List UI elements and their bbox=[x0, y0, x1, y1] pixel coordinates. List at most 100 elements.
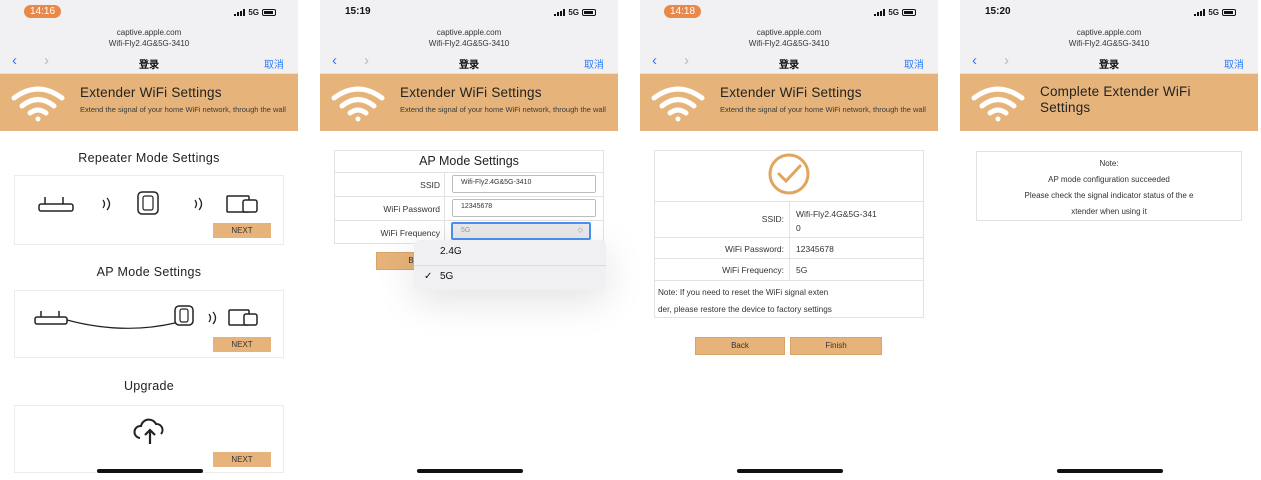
ap-diagram-icon bbox=[34, 305, 258, 329]
signal-bars-icon bbox=[874, 9, 886, 16]
banner-subtitle: Extend the signal of your home WiFi netw… bbox=[400, 105, 606, 114]
ssid-value: Wifi-Fly2.4G&5G-341 0 bbox=[796, 207, 877, 235]
banner-title: Extender WiFi Settings bbox=[720, 85, 862, 100]
cancel-button[interactable]: 取消 bbox=[1224, 56, 1244, 71]
frequency-select[interactable]: 5G ◇ bbox=[451, 222, 591, 240]
header-banner: Complete Extender WiFi Settings bbox=[960, 74, 1258, 131]
header-banner: Extender WiFi Settings Extend the signal… bbox=[0, 74, 298, 131]
ssid-value-line: Wifi-Fly2.4G&5G-341 bbox=[796, 209, 877, 219]
frequency-dropdown: 2.4G ✓ 5G bbox=[414, 240, 606, 290]
network-name: Wifi-Fly2.4G&5G-3410 bbox=[1068, 39, 1150, 48]
ssid-label: SSID bbox=[420, 180, 440, 190]
nav-bar: ‹ › 登录 取消 bbox=[0, 50, 298, 74]
status-time: 15:20 bbox=[985, 6, 1011, 17]
divider bbox=[334, 172, 604, 173]
banner-title-line: Complete Extender WiFi bbox=[1040, 84, 1191, 99]
ssid-label: SSID: bbox=[761, 214, 784, 224]
carrier-label: 5G bbox=[568, 8, 579, 17]
wifi-icon bbox=[651, 86, 705, 122]
cancel-button[interactable]: 取消 bbox=[264, 56, 284, 71]
battery-icon bbox=[262, 9, 276, 16]
wifi-icon bbox=[971, 86, 1025, 122]
dropdown-option-2-4g[interactable]: 2.4G bbox=[414, 240, 606, 264]
password-label: WiFi Password: bbox=[724, 244, 784, 254]
back-button[interactable]: Back bbox=[695, 337, 785, 355]
divider bbox=[789, 201, 790, 280]
status-time: 14:18 bbox=[664, 5, 702, 18]
finish-button[interactable]: Finish bbox=[790, 337, 882, 355]
url-host: captive.apple.com bbox=[756, 28, 822, 37]
cancel-button[interactable]: 取消 bbox=[904, 56, 924, 71]
ssid-input[interactable]: Wifi-Fly2.4G&5G-3410 bbox=[452, 175, 596, 193]
signal-indicator: 5G bbox=[234, 8, 276, 17]
section-title-ap: AP Mode Settings bbox=[96, 265, 202, 279]
home-indicator bbox=[417, 469, 523, 473]
carrier-label: 5G bbox=[888, 8, 899, 17]
network-name: Wifi-Fly2.4G&5G-3410 bbox=[428, 39, 510, 48]
home-indicator bbox=[1057, 469, 1163, 473]
frequency-label: WiFi Frequency bbox=[380, 228, 440, 238]
battery-icon bbox=[582, 9, 596, 16]
nav-title: 登录 bbox=[459, 60, 479, 71]
result-line: xtender when using it bbox=[1071, 207, 1147, 216]
signal-bars-icon bbox=[554, 9, 566, 16]
note-line: der, please restore the device to factor… bbox=[658, 305, 832, 314]
section-title-upgrade: Upgrade bbox=[123, 379, 175, 393]
nav-title: 登录 bbox=[139, 60, 159, 71]
reset-note: Note: If you need to reset the WiFi sign… bbox=[658, 284, 924, 318]
home-indicator bbox=[737, 469, 843, 473]
upgrade-card[interactable]: NEXT bbox=[14, 405, 284, 473]
status-time: 15:19 bbox=[345, 6, 371, 17]
frequency-value: 5G bbox=[796, 265, 808, 275]
banner-title: Extender WiFi Settings bbox=[400, 85, 542, 100]
banner-subtitle: Extend the signal of your home WiFi netw… bbox=[720, 105, 926, 114]
screen-ap-summary: 14:18 5G captive.apple.com Wifi-Fly2.4G&… bbox=[640, 0, 938, 480]
upgrade-next-button[interactable]: NEXT bbox=[213, 452, 271, 467]
status-bar: 14:16 5G bbox=[0, 0, 298, 24]
signal-indicator: 5G bbox=[1194, 8, 1236, 17]
ap-form-title: AP Mode Settings bbox=[419, 154, 519, 168]
repeater-mode-card[interactable]: NEXT bbox=[14, 175, 284, 245]
status-bar: 14:18 5G bbox=[640, 0, 938, 24]
option-label: 2.4G bbox=[440, 246, 462, 257]
ssid-value-line: 0 bbox=[796, 223, 801, 233]
nav-title: 登录 bbox=[779, 60, 799, 71]
password-value: 12345678 bbox=[796, 244, 834, 254]
select-arrow-icon: ◇ bbox=[577, 227, 583, 234]
back-button-label: B bbox=[408, 256, 414, 265]
repeater-diagram-icon bbox=[38, 191, 258, 215]
url-bar: captive.apple.com Wifi-Fly2.4G&5G-3410 bbox=[960, 24, 1258, 50]
repeater-next-button[interactable]: NEXT bbox=[213, 223, 271, 238]
banner-title-line: Settings bbox=[1040, 100, 1091, 115]
dropdown-option-5g[interactable]: ✓ 5G bbox=[414, 265, 606, 289]
status-bar: 15:20 5G bbox=[960, 0, 1258, 24]
home-indicator bbox=[97, 469, 203, 473]
url-bar: captive.apple.com Wifi-Fly2.4G&5G-3410 bbox=[0, 24, 298, 50]
cancel-button[interactable]: 取消 bbox=[584, 56, 604, 71]
screen-complete: 15:20 5G captive.apple.com Wifi-Fly2.4G&… bbox=[960, 0, 1258, 480]
password-label: WiFi Password bbox=[383, 204, 440, 214]
ap-mode-card[interactable]: NEXT bbox=[14, 290, 284, 358]
network-name: Wifi-Fly2.4G&5G-3410 bbox=[108, 39, 190, 48]
header-banner: Extender WiFi Settings Extend the signal… bbox=[640, 74, 938, 131]
divider bbox=[334, 220, 604, 221]
frequency-label: WiFi Frequency: bbox=[722, 265, 784, 275]
divider bbox=[654, 280, 924, 281]
signal-bars-icon bbox=[234, 9, 246, 16]
status-time: 14:16 bbox=[24, 5, 62, 18]
screen-repeater-menu: 14:16 5G captive.apple.com Wifi-Fly2.4G&… bbox=[0, 0, 298, 480]
ap-next-button[interactable]: NEXT bbox=[213, 337, 271, 352]
signal-indicator: 5G bbox=[554, 8, 596, 17]
url-bar: captive.apple.com Wifi-Fly2.4G&5G-3410 bbox=[320, 24, 618, 50]
result-line: AP mode configuration succeeded bbox=[1048, 175, 1170, 184]
carrier-label: 5G bbox=[248, 8, 259, 17]
option-label: 5G bbox=[440, 271, 454, 282]
battery-icon bbox=[1222, 9, 1236, 16]
wifi-icon bbox=[11, 86, 65, 122]
banner-title: Complete Extender WiFi Settings bbox=[1040, 84, 1250, 116]
banner-subtitle: Extend the signal of your home WiFi netw… bbox=[80, 105, 286, 114]
url-bar: captive.apple.com Wifi-Fly2.4G&5G-3410 bbox=[640, 24, 938, 50]
banner-title: Extender WiFi Settings bbox=[80, 85, 222, 100]
password-input[interactable]: 12345678 bbox=[452, 199, 596, 217]
cloud-upload-icon bbox=[133, 418, 164, 444]
